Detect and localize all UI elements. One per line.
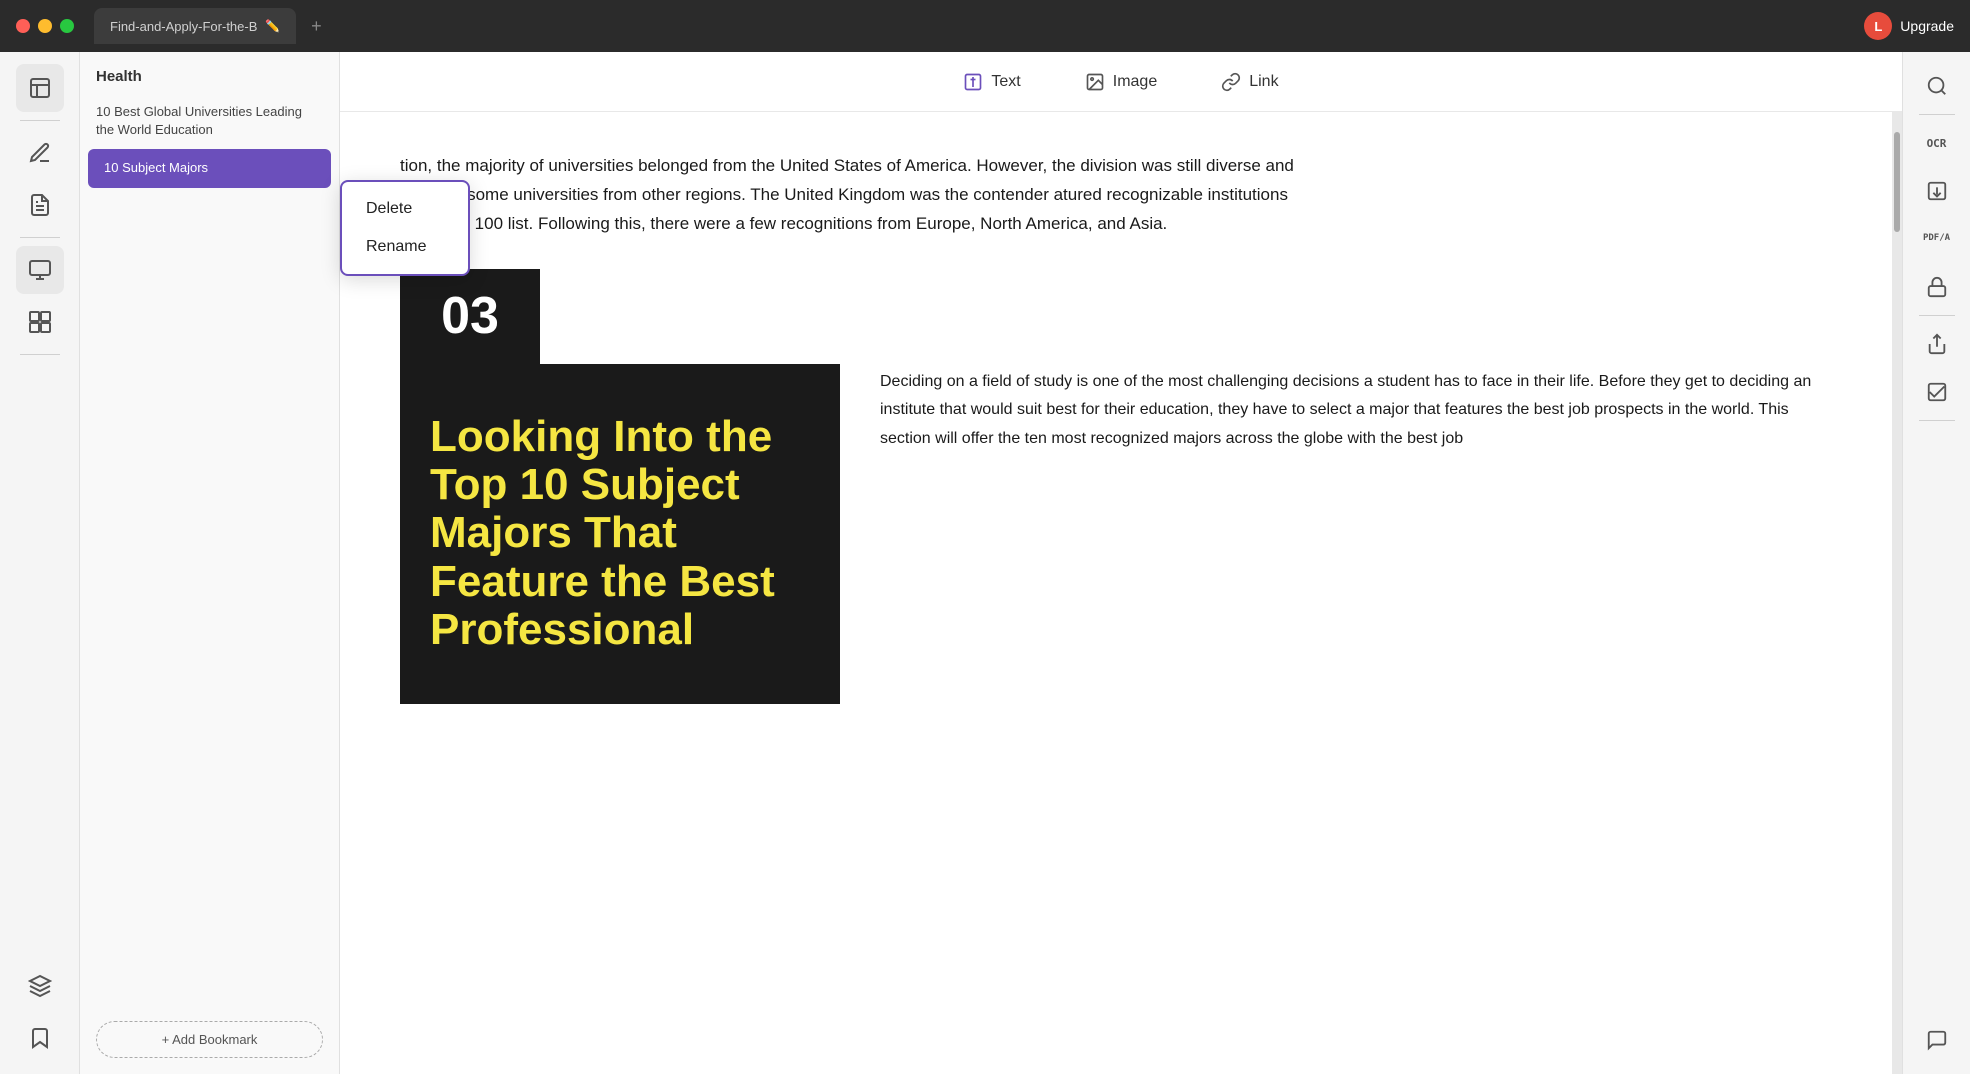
add-bookmark-button[interactable]: + Add Bookmark [96, 1021, 323, 1058]
main-area: Health 10 Best Global Universities Leadi… [0, 52, 1970, 1074]
paragraph-1: tion, the majority of universities belon… [400, 152, 1300, 239]
context-menu-delete[interactable]: Delete [342, 190, 468, 228]
section-content: Looking Into the Top 10 Subject Majors T… [400, 364, 1832, 704]
right-divider-1 [1919, 114, 1955, 115]
search-icon[interactable] [1915, 64, 1959, 108]
upgrade-button[interactable]: L Upgrade [1864, 12, 1954, 40]
tab-bar: Find-and-Apply-For-the-B ✏️ + [94, 8, 332, 44]
bookmarks-header: Health [80, 52, 339, 93]
avatar: L [1864, 12, 1892, 40]
pdfa-icon[interactable]: PDF/A [1915, 217, 1959, 261]
pdfa-label: PDF/A [1923, 234, 1950, 244]
toolbar-text-label: Text [991, 73, 1020, 91]
sidebar-icon-highlight[interactable] [16, 129, 64, 177]
sidebar-icon-active[interactable] [16, 246, 64, 294]
ocr-icon[interactable]: OCR [1915, 121, 1959, 165]
toolbar-image-label: Image [1113, 73, 1157, 91]
context-menu: Delete Rename [340, 180, 470, 276]
top-toolbar: Text Image Link [340, 52, 1902, 112]
current-tab[interactable]: Find-and-Apply-For-the-B ✏️ [94, 8, 296, 44]
section-image-text: Looking Into the Top 10 Subject Majors T… [430, 413, 810, 655]
sidebar-icon-bookmarks[interactable] [16, 64, 64, 112]
extract-icon[interactable] [1915, 169, 1959, 213]
content-area: Text Image Link tion, the majority of un… [340, 52, 1902, 1074]
context-menu-rename[interactable]: Rename [342, 228, 468, 266]
toolbar-image-button[interactable]: Image [1073, 64, 1169, 100]
ocr-label: OCR [1927, 137, 1947, 150]
close-button[interactable] [16, 19, 30, 33]
new-tab-button[interactable]: + [300, 10, 332, 42]
tab-title: Find-and-Apply-For-the-B [110, 19, 257, 34]
section-number: 03 [441, 286, 499, 346]
section-image: Looking Into the Top 10 Subject Majors T… [400, 364, 840, 704]
toolbar-link-label: Link [1249, 73, 1278, 91]
toolbar-text-button[interactable]: Text [951, 64, 1032, 100]
sidebar-icon-pages[interactable] [16, 298, 64, 346]
right-divider-2 [1919, 315, 1955, 316]
divider-3 [20, 354, 60, 355]
section-number-box: 03 [400, 269, 540, 364]
divider-1 [20, 120, 60, 121]
traffic-lights [16, 19, 74, 33]
right-sidebar: OCR PDF/A [1902, 52, 1970, 1074]
left-sidebar [0, 52, 80, 1074]
right-divider-3 [1919, 420, 1955, 421]
section-description: Deciding on a field of study is one of t… [880, 364, 1832, 454]
bookmark-item-0[interactable]: 10 Best Global Universities Leading the … [80, 93, 339, 149]
toolbar-link-button[interactable]: Link [1209, 64, 1290, 100]
document-content: tion, the majority of universities belon… [340, 112, 1892, 1074]
lock-icon[interactable] [1915, 265, 1959, 309]
sidebar-icon-notes[interactable] [16, 181, 64, 229]
scrollbar-thumb[interactable] [1894, 132, 1900, 232]
minimize-button[interactable] [38, 19, 52, 33]
divider-2 [20, 237, 60, 238]
chat-icon[interactable] [1915, 1018, 1959, 1062]
bookmarks-panel: Health 10 Best Global Universities Leadi… [80, 52, 340, 1074]
maximize-button[interactable] [60, 19, 74, 33]
titlebar: Find-and-Apply-For-the-B ✏️ + L Upgrade [0, 0, 1970, 52]
upgrade-label: Upgrade [1900, 18, 1954, 34]
toolbar-text-wrap: Text [951, 64, 1032, 100]
sidebar-icon-bookmark[interactable] [16, 1014, 64, 1062]
check-icon[interactable] [1915, 370, 1959, 414]
share-icon[interactable] [1915, 322, 1959, 366]
sidebar-icon-layers[interactable] [16, 962, 64, 1010]
bookmark-item-1[interactable]: 10 Subject Majors [88, 149, 331, 187]
scrollbar-track[interactable] [1892, 112, 1902, 1074]
edit-icon: ✏️ [265, 19, 280, 33]
